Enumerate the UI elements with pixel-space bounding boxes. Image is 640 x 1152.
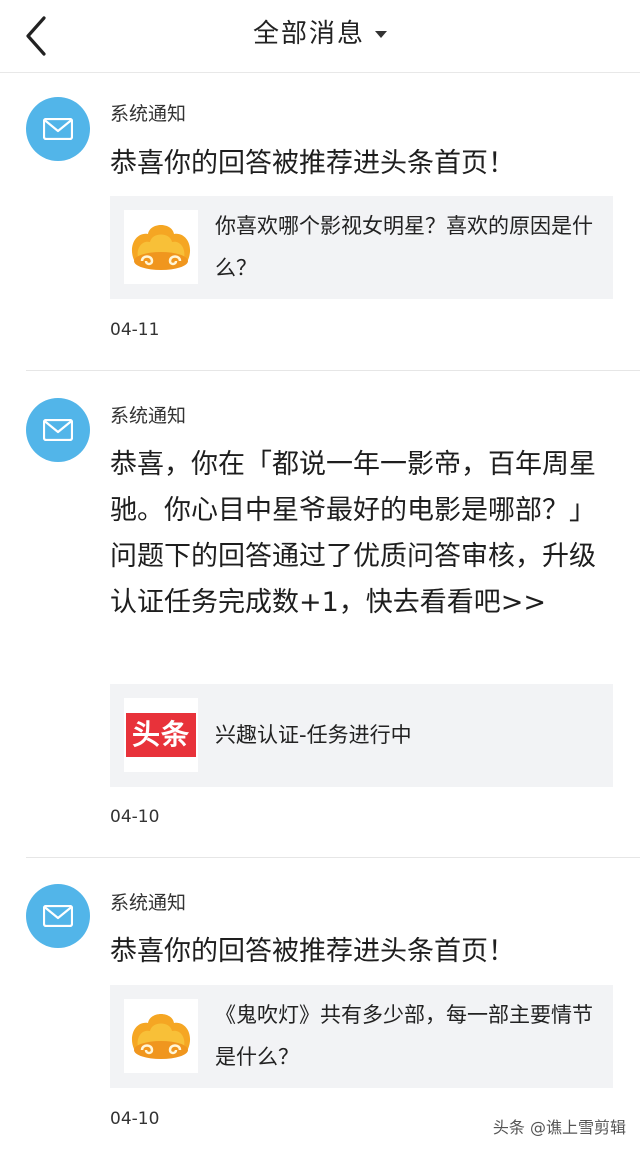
message-text: 恭喜你的回答被推荐进头条首页！ [110, 936, 515, 967]
card-question-text: 你喜欢哪个影视女明星？喜欢的原因是什么？ [215, 214, 593, 280]
message-filter-dropdown[interactable]: 全部消息 [0, 0, 640, 72]
mail-icon [43, 419, 73, 441]
linked-task-card[interactable]: 头条 兴趣认证-任务进行中 [110, 684, 613, 787]
system-notice-avatar [26, 884, 90, 948]
page-title: 全部消息 [252, 19, 365, 49]
watermark-text: 头条 @谯上雪剪辑 [492, 1118, 626, 1137]
message-date: 04-10 [110, 1109, 160, 1129]
system-notice-avatar [26, 398, 90, 462]
caret-down-icon [375, 31, 387, 38]
sender-name: 系统通知 [110, 892, 187, 914]
message-date: 04-10 [110, 807, 160, 827]
gold-medal-icon [131, 1014, 191, 1059]
mail-icon [43, 905, 73, 927]
linked-question-card[interactable]: 你喜欢哪个影视女明星？喜欢的原因是什么？ [110, 196, 613, 299]
card-question-text: 《鬼吹灯》共有多少部，每一部主要情节是什么？ [215, 1003, 593, 1069]
message-text: 恭喜你的回答被推荐进头条首页！ [110, 148, 515, 179]
sender-name: 系统通知 [110, 103, 187, 125]
top-nav-bar: 全部消息 [0, 0, 640, 73]
card-thumbnail [124, 210, 198, 284]
card-task-text: 兴趣认证-任务进行中 [215, 723, 412, 747]
card-thumbnail [124, 999, 198, 1073]
message-item[interactable]: 系统通知 恭喜，你在「都说一年一影帝，百年周星驰。你心目中星爷最好的电影是哪部？… [0, 371, 640, 857]
toutiao-logo-icon: 头条 [126, 713, 196, 757]
message-item[interactable]: 系统通知 恭喜你的回答被推荐进头条首页！ 《鬼吹灯》共有多少部，每一部主要情节是… [0, 858, 640, 1152]
mail-icon [43, 118, 73, 140]
gold-medal-icon [131, 225, 191, 270]
sender-name: 系统通知 [110, 405, 187, 427]
system-notice-avatar [26, 97, 90, 161]
linked-question-card[interactable]: 《鬼吹灯》共有多少部，每一部主要情节是什么？ [110, 985, 613, 1088]
card-thumbnail: 头条 [124, 698, 198, 772]
message-text: 恭喜，你在「都说一年一影帝，百年周星驰。你心目中星爷最好的电影是哪部？」问题下的… [110, 449, 596, 618]
message-date: 04-11 [110, 320, 160, 340]
message-item[interactable]: 系统通知 恭喜你的回答被推荐进头条首页！ 你喜欢哪个影视女明星？喜欢的原因是什么… [0, 73, 640, 371]
